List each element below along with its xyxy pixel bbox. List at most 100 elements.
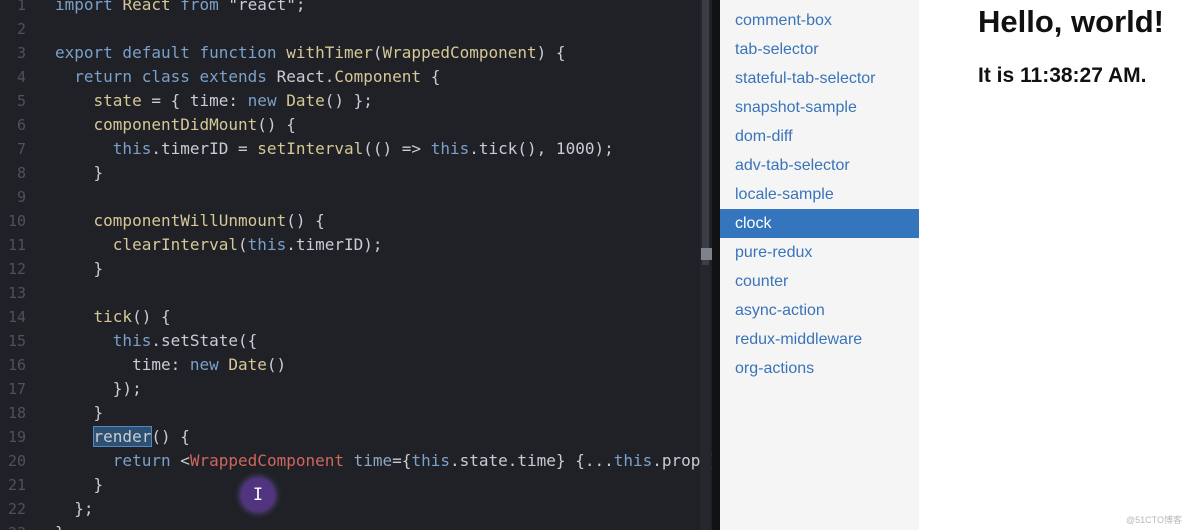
code-line[interactable]: 7 this.timerID = setInterval(() => this.…	[0, 137, 712, 161]
code-text: componentWillUnmount() {	[55, 209, 325, 233]
code-line[interactable]: 23}	[0, 521, 712, 530]
sidebar-item-org-actions[interactable]: org-actions	[720, 354, 919, 383]
code-token: :	[228, 91, 248, 110]
code-text: }	[55, 161, 104, 185]
code-token: () {	[151, 427, 190, 446]
clock-time-text: It is 11:38:27 AM.	[978, 64, 1147, 87]
sidebar-item-tab-selector[interactable]: tab-selector	[720, 35, 919, 64]
text-cursor-icon: I	[252, 485, 264, 505]
code-line[interactable]: 4 return class extends React.Component {	[0, 65, 712, 89]
line-number: 18	[7, 404, 26, 422]
code-line[interactable]: 8 }	[0, 161, 712, 185]
code-line[interactable]: 19 render() {	[0, 425, 712, 449]
sidebar-item-snapshot-sample[interactable]: snapshot-sample	[720, 93, 919, 122]
code-line[interactable]: 17 });	[0, 377, 712, 401]
code-line[interactable]: 21 }	[0, 473, 712, 497]
code-token: () };	[324, 91, 373, 110]
code-token: from	[170, 0, 229, 14]
code-line[interactable]: 13	[0, 281, 712, 305]
sidebar-item-pure-redux[interactable]: pure-redux	[720, 238, 919, 267]
code-token: Component	[334, 67, 422, 86]
code-token: }	[55, 259, 104, 278]
code-line[interactable]: 12 }	[0, 257, 712, 281]
sidebar-item-stateful-tab-selector[interactable]: stateful-tab-selector	[720, 64, 919, 93]
line-number: 21	[7, 476, 26, 494]
code-token: ={	[392, 451, 412, 470]
code-line[interactable]: 16 time: new Date()	[0, 353, 712, 377]
code-token: .state.time} {...	[449, 451, 614, 470]
code-line[interactable]: 5 state = { time: new Date() };	[0, 89, 712, 113]
code-token: (() =>	[363, 139, 431, 158]
line-number: 20	[7, 452, 26, 470]
watermark: @51CTO博客	[1126, 515, 1182, 525]
line-number: 5	[16, 92, 26, 110]
code-line[interactable]: 14 tick() {	[0, 305, 712, 329]
code-line[interactable]: 6 componentDidMount() {	[0, 113, 712, 137]
code-token: WrappedComponent	[382, 43, 537, 62]
line-number: 6	[16, 116, 26, 134]
line-number: 1	[16, 0, 26, 14]
code-text: tick() {	[55, 305, 171, 329]
code-token: .timerID =	[151, 139, 258, 158]
line-number: 12	[7, 260, 26, 278]
code-token: state	[93, 91, 142, 110]
code-token: time	[189, 91, 229, 110]
code-token: Date	[228, 355, 267, 374]
code-token: .timerID);	[286, 235, 383, 254]
editor-scroll-thumb[interactable]	[702, 0, 709, 265]
code-line[interactable]: 10 componentWillUnmount() {	[0, 209, 712, 233]
code-line[interactable]: 22 };	[0, 497, 712, 521]
sidebar-item-counter[interactable]: counter	[720, 267, 919, 296]
code-token: export default function	[55, 43, 287, 62]
code-token: }	[55, 475, 104, 494]
pane-divider[interactable]	[712, 0, 720, 530]
code-token: return class extends	[74, 67, 277, 86]
line-number: 23	[0, 521, 26, 530]
code-token: () {	[257, 115, 296, 134]
code-token: componentWillUnmount	[93, 211, 287, 230]
code-line[interactable]: 3 export default function withTimer(Wrapp…	[0, 41, 712, 65]
line-number: 15	[7, 332, 26, 350]
code-text: });	[55, 377, 142, 401]
line-number: 17	[7, 380, 26, 398]
sidebar-item-comment-box[interactable]: comment-box	[720, 6, 919, 35]
code-token: tick	[93, 307, 133, 326]
sidebar-item-dom-diff[interactable]: dom-diff	[720, 122, 919, 151]
code-text: export default function withTimer(Wrappe…	[55, 41, 566, 65]
code-token: React	[122, 0, 171, 14]
code-token: new	[189, 355, 229, 374]
code-text: };	[55, 497, 93, 521]
code-token: ()	[266, 355, 287, 374]
sidebar-nav: comment-box tab-selector stateful-tab-sele…	[720, 0, 919, 530]
code-line[interactable]: 2	[0, 17, 712, 41]
sidebar-item-redux-middleware[interactable]: redux-middleware	[720, 325, 919, 354]
sidebar-item-async-action[interactable]: async-action	[720, 296, 919, 325]
code-text: }	[55, 521, 65, 530]
sidebar-item-adv-tab-selector[interactable]: adv-tab-selector	[720, 151, 919, 180]
code-line[interactable]: 15 this.setState({	[0, 329, 712, 353]
code-token: }	[55, 163, 104, 182]
code-token: <	[180, 451, 190, 470]
code-line[interactable]: 9	[0, 185, 712, 209]
code-line[interactable]: 20 return <WrappedComponent time={this.s…	[0, 449, 712, 473]
line-number: 8	[16, 164, 26, 182]
code-line[interactable]: 18 }	[0, 401, 712, 425]
sidebar-item-clock[interactable]: clock	[720, 209, 919, 238]
scroll-position-marker	[701, 248, 712, 260]
code-token: this	[112, 331, 152, 350]
code-line[interactable]: 11 clearInterval(this.timerID);	[0, 233, 712, 257]
code-token: clearInterval	[112, 235, 239, 254]
sidebar-item-locale-sample[interactable]: locale-sample	[720, 180, 919, 209]
code-line[interactable]: 1 import React from "react";	[0, 0, 712, 17]
line-number: 10	[7, 212, 26, 230]
code-token: () {	[132, 307, 171, 326]
page-title: Hello, world!	[978, 4, 1164, 39]
code-editor[interactable]: 1 import React from "react"; 2 3 export defa…	[0, 0, 712, 530]
code-token: {	[421, 67, 441, 86]
